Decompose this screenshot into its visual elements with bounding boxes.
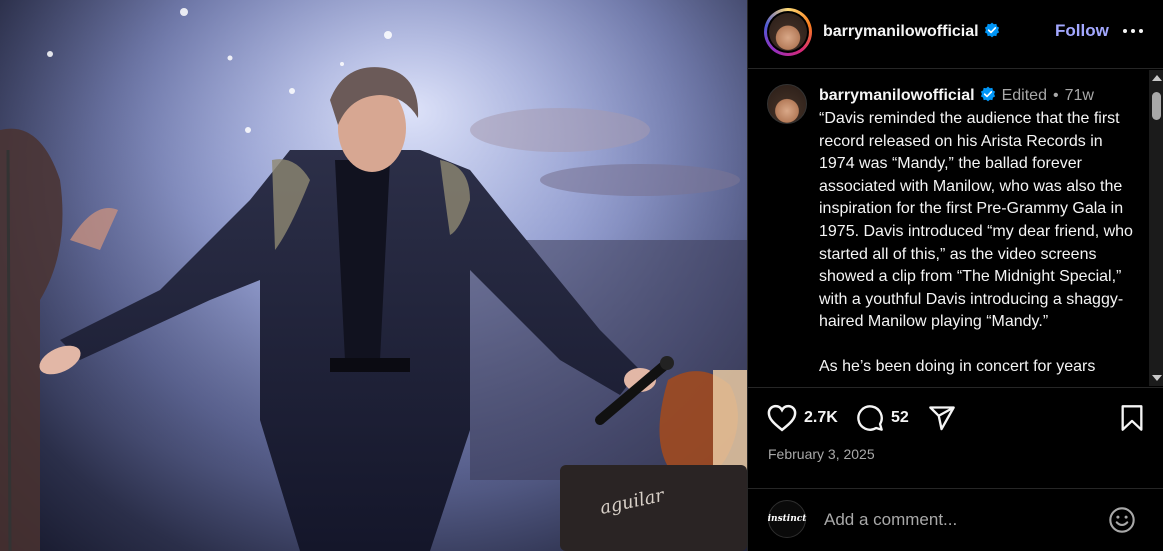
- post-date[interactable]: February 3, 2025: [768, 446, 875, 462]
- comment-bubble-icon: [857, 405, 883, 431]
- post-age[interactable]: 71w: [1065, 87, 1094, 104]
- heart-icon: [767, 404, 797, 432]
- caption-avatar[interactable]: [767, 84, 807, 124]
- caption-area: barrymanilowofficial Edited • 71w “Davis re…: [748, 70, 1148, 386]
- header-username[interactable]: barrymanilowofficial: [823, 22, 1000, 41]
- comment-composer: instinct: [748, 488, 1163, 551]
- current-user-avatar: instinct: [768, 500, 806, 538]
- scroll-down-arrow-icon[interactable]: [1152, 375, 1162, 381]
- caption-header: barrymanilowofficial Edited • 71w: [819, 86, 1094, 105]
- bookmark-icon: [1121, 405, 1143, 431]
- follow-button[interactable]: Follow: [1055, 21, 1109, 41]
- verified-badge-icon: [984, 22, 999, 38]
- caption-paragraph: “Davis reminded the audience that the fi…: [819, 110, 1133, 331]
- separator-dot: •: [1052, 87, 1059, 104]
- post-image[interactable]: aguilar: [0, 0, 747, 551]
- like-button[interactable]: 2.7K: [767, 404, 838, 432]
- scrollbar-thumb[interactable]: [1152, 92, 1161, 120]
- more-horizontal-icon[interactable]: [1121, 16, 1145, 46]
- caption-username[interactable]: barrymanilowofficial: [819, 87, 975, 104]
- profile-avatar[interactable]: [764, 8, 812, 56]
- edited-label: Edited: [1001, 87, 1047, 104]
- caption-text: “Davis reminded the audience that the fi…: [819, 108, 1137, 379]
- share-button[interactable]: [927, 404, 957, 432]
- post-header: barrymanilowofficial Follow: [748, 0, 1163, 69]
- post-side-panel: barrymanilowofficial Follow barrymanilow…: [747, 0, 1163, 551]
- action-bar: 2.7K 52 February 3, 2025: [748, 387, 1163, 488]
- caption-scrollbar[interactable]: [1149, 70, 1163, 386]
- scroll-up-arrow-icon[interactable]: [1152, 75, 1162, 81]
- stage-photo: aguilar: [0, 0, 747, 551]
- caption-paragraph: As he’s been doing in concert for years: [819, 357, 1096, 375]
- header-username-link[interactable]: barrymanilowofficial: [823, 23, 979, 40]
- save-button[interactable]: [1119, 404, 1145, 432]
- verified-badge-icon: [980, 86, 995, 102]
- comment-button[interactable]: 52: [856, 404, 909, 432]
- comment-input[interactable]: [824, 509, 1094, 531]
- paper-plane-icon: [929, 406, 955, 431]
- emoji-icon[interactable]: [1108, 506, 1136, 534]
- comment-count[interactable]: 52: [891, 409, 909, 427]
- like-count[interactable]: 2.7K: [804, 409, 838, 427]
